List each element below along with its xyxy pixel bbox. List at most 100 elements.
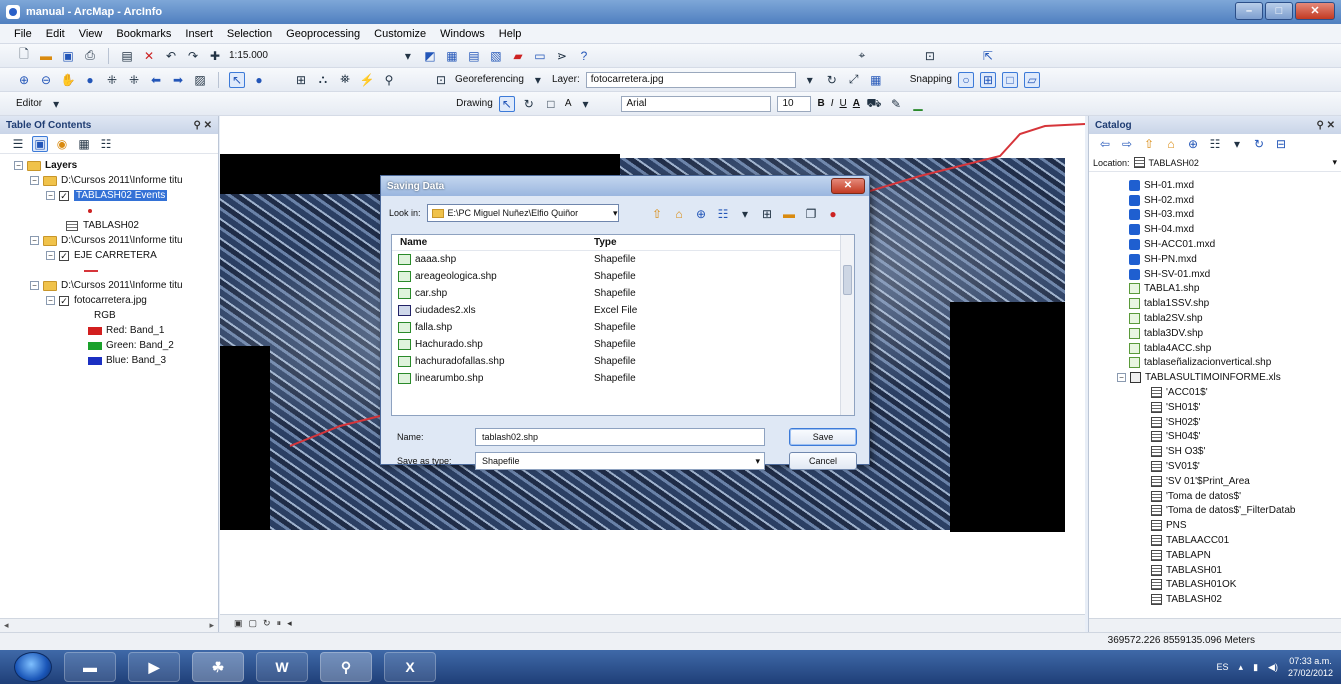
layer-visibility-checkbox[interactable]: ✓ bbox=[59, 295, 69, 306]
new-folder-icon[interactable]: ▬ bbox=[781, 206, 797, 222]
italic-button[interactable]: I bbox=[831, 98, 834, 109]
georef-toolbar-icon[interactable]: ⊡ bbox=[433, 72, 449, 88]
collapse-icon[interactable]: − bbox=[1117, 373, 1126, 383]
band-row[interactable]: Green: Band_2 bbox=[0, 338, 218, 353]
dropdown-arrow-icon[interactable]: ▾ bbox=[1332, 157, 1337, 168]
python-window-icon[interactable]: ▭ bbox=[532, 48, 548, 64]
file-list[interactable]: Name Type aaaa.shp Shapefile areageologica… bbox=[391, 234, 855, 416]
pause-drawing-icon[interactable]: ⏸ bbox=[277, 618, 282, 629]
volume-icon[interactable]: ◀) bbox=[1268, 662, 1278, 673]
save-button[interactable]: Save bbox=[789, 428, 857, 446]
file-row[interactable]: hachuradofallas.shp Shapefile bbox=[392, 353, 854, 370]
hyperlink-icon[interactable]: ⚡ bbox=[359, 72, 375, 88]
catalog-item[interactable]: TABLAACC01 bbox=[1089, 533, 1341, 548]
catalog-item[interactable]: 'SH O3$' bbox=[1089, 444, 1341, 459]
file-row[interactable]: aaaa.shp Shapefile bbox=[392, 251, 854, 268]
dialog-close-button[interactable]: ✕ bbox=[831, 178, 865, 194]
catalog-item[interactable]: tabla2SV.shp bbox=[1089, 311, 1341, 326]
layer-fotocarretera[interactable]: − ✓ fotocarretera.jpg bbox=[0, 293, 218, 308]
collapse-icon[interactable]: − bbox=[30, 236, 39, 245]
font-size-combo[interactable]: 10 bbox=[777, 95, 812, 112]
column-name[interactable]: Name bbox=[400, 237, 594, 248]
catalog-item[interactable]: 'Toma de datos$'_FilterDatab bbox=[1089, 504, 1341, 519]
dropdown-arrow-icon[interactable]: ▾ bbox=[613, 208, 618, 219]
start-button[interactable] bbox=[14, 652, 52, 682]
minimize-button[interactable]: – bbox=[1235, 2, 1263, 20]
layout-view-icon[interactable]: ▣ bbox=[234, 618, 243, 629]
layer-visibility-checkbox[interactable]: ✓ bbox=[59, 190, 69, 201]
rotate-icon[interactable]: ↻ bbox=[824, 72, 840, 88]
collapse-icon[interactable]: − bbox=[30, 176, 39, 185]
tray-arrow-icon[interactable]: ▴ bbox=[1239, 662, 1244, 673]
help-icon[interactable]: ? bbox=[576, 48, 592, 64]
point-snapping-icon[interactable]: ○ bbox=[958, 71, 974, 88]
georeferencing-menu[interactable]: Georeferencing bbox=[455, 74, 524, 85]
collapse-icon[interactable]: − bbox=[46, 296, 55, 305]
measure-icon[interactable]: ⌖ bbox=[854, 48, 870, 64]
look-in-combo[interactable]: E:\PC Miguel Nuñez\Elfio Quiñor ▾ bbox=[426, 204, 619, 222]
line-color-icon[interactable]: ✎ bbox=[888, 96, 904, 112]
html-popup-icon[interactable]: ⚲ bbox=[381, 72, 397, 88]
go-home-icon[interactable]: ⌂ bbox=[1163, 136, 1179, 152]
menu-item-customize[interactable]: Customize bbox=[374, 28, 426, 40]
catalog-item[interactable]: tabla3DV.shp bbox=[1089, 326, 1341, 341]
font-name-combo[interactable]: Arial bbox=[621, 95, 772, 112]
band-color-swatch[interactable] bbox=[88, 341, 102, 350]
select-elements-icon[interactable]: ↖ bbox=[498, 95, 515, 112]
menu-item-selection[interactable]: Selection bbox=[227, 28, 272, 40]
list-by-visibility-icon[interactable]: ◉ bbox=[54, 136, 70, 152]
band-row[interactable]: Red: Band_1 bbox=[0, 323, 218, 338]
dropdown-arrow-icon[interactable]: ▾ bbox=[737, 206, 753, 222]
arcmap-taskbar-icon[interactable]: ☘ bbox=[192, 652, 244, 682]
add-data-icon[interactable]: ✚ bbox=[207, 48, 223, 64]
catalog-item[interactable]: 'SH04$' bbox=[1089, 430, 1341, 445]
pin-close-icon[interactable]: ⚲ ✕ bbox=[194, 120, 212, 131]
file-row[interactable]: areageologica.shp Shapefile bbox=[392, 268, 854, 285]
refresh-icon[interactable]: ↻ bbox=[263, 618, 271, 629]
open-folder-icon[interactable]: ▬ bbox=[38, 48, 54, 64]
catalog-item[interactable]: SH-04.mxd bbox=[1089, 222, 1341, 237]
catalog-item[interactable]: 'SH01$' bbox=[1089, 400, 1341, 415]
clock[interactable]: 07:33 a.m. 27/02/2012 bbox=[1288, 655, 1333, 679]
cancel-button[interactable]: Cancel bbox=[789, 452, 857, 470]
file-row[interactable]: Hachurado.shp Shapefile bbox=[392, 336, 854, 353]
catalog-item[interactable]: TABLAPN bbox=[1089, 548, 1341, 563]
new-document-icon[interactable]: 🗋 bbox=[16, 47, 32, 64]
dropdown-arrow-icon[interactable]: ▾ bbox=[1229, 136, 1245, 152]
arctoolbox-icon[interactable]: ▰ bbox=[510, 48, 526, 64]
band-color-swatch[interactable] bbox=[88, 356, 102, 365]
go-home-icon[interactable]: ⌂ bbox=[671, 206, 687, 222]
catalog-item[interactable]: SH-02.mxd bbox=[1089, 193, 1341, 208]
scroll-left-icon[interactable]: ◂ bbox=[4, 620, 9, 631]
catalog-item[interactable]: 'SV01$' bbox=[1089, 459, 1341, 474]
dropdown-arrow-icon[interactable]: ▾ bbox=[48, 96, 64, 112]
language-indicator[interactable]: ES bbox=[1217, 662, 1229, 672]
save-as-type-select[interactable]: Shapefile ▾ bbox=[475, 452, 765, 470]
menu-item-bookmarks[interactable]: Bookmarks bbox=[116, 28, 171, 40]
zoom-out-icon[interactable]: ⊖ bbox=[38, 72, 54, 88]
rotate-element-icon[interactable]: ↻ bbox=[521, 96, 537, 112]
catalog-horizontal-scrollbar[interactable] bbox=[1089, 618, 1341, 632]
zoom-in-icon[interactable]: ⊕ bbox=[16, 72, 32, 88]
catalog-item[interactable]: TABLA1.shp bbox=[1089, 282, 1341, 297]
select-features-icon[interactable]: ▨ bbox=[192, 72, 208, 88]
end-snapping-icon[interactable]: ⊞ bbox=[980, 71, 996, 88]
file-row[interactable]: linearumbo.shp Shapefile bbox=[392, 370, 854, 387]
add-control-points-icon[interactable]: ⤢ bbox=[846, 72, 862, 88]
catalog-item[interactable]: tabla1SSV.shp bbox=[1089, 296, 1341, 311]
forward-icon[interactable]: ⇨ bbox=[1119, 136, 1135, 152]
close-window-button[interactable]: ✕ bbox=[1295, 2, 1335, 20]
catalog-item[interactable]: 'Toma de datos$' bbox=[1089, 489, 1341, 504]
delete-icon[interactable]: ✕ bbox=[141, 48, 157, 64]
fill-color-icon[interactable]: ⛟ bbox=[866, 96, 882, 112]
name-input[interactable]: tablash02.shp bbox=[475, 428, 765, 446]
fixed-zoom-in-icon[interactable]: ⁜ bbox=[104, 72, 120, 88]
marker-color-icon[interactable]: ▁ bbox=[910, 96, 926, 112]
print-icon[interactable]: ⎙ bbox=[82, 48, 98, 64]
select-elements-icon[interactable]: ↖ bbox=[229, 71, 245, 88]
delete-icon[interactable]: ● bbox=[825, 206, 841, 222]
excel-taskbar-icon[interactable]: X bbox=[384, 652, 436, 682]
catalog-window-icon[interactable]: ▤ bbox=[466, 48, 482, 64]
catalog-item[interactable]: SH-01.mxd bbox=[1089, 178, 1341, 193]
copy-icon[interactable]: ❐ bbox=[803, 206, 819, 222]
